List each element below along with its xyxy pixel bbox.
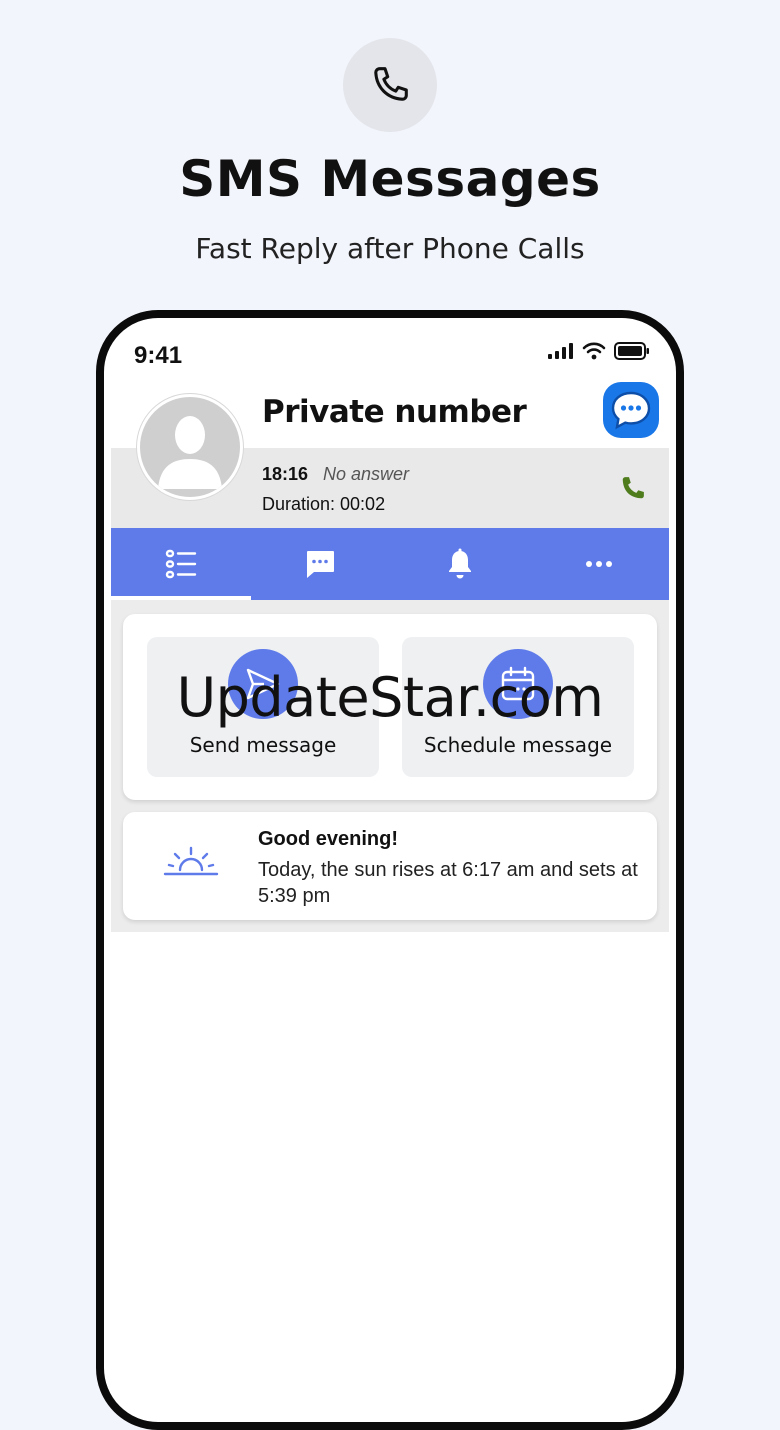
call-back-button[interactable] xyxy=(617,474,647,509)
phone-icon xyxy=(374,67,408,101)
message-icon xyxy=(307,551,335,578)
send-message-icon-circle xyxy=(228,649,298,719)
tab-bar xyxy=(111,528,669,600)
tab-content: Send message Schedule message Good eveni… xyxy=(111,600,669,932)
send-icon xyxy=(246,668,280,700)
avatar[interactable] xyxy=(137,394,243,500)
promo-headline: SMS Messages xyxy=(179,150,601,208)
caller-header: Private number 18:16 No answer Duration:… xyxy=(111,382,669,528)
battery-icon xyxy=(614,342,649,360)
promo-subline: Fast Reply after Phone Calls xyxy=(195,232,585,265)
status-icons xyxy=(548,342,650,360)
calendar-icon xyxy=(501,666,535,701)
call-duration: Duration: 00:02 xyxy=(262,494,386,514)
tab-reminders[interactable] xyxy=(390,528,530,600)
quick-actions-card: Send message Schedule message xyxy=(123,614,657,800)
greeting-card: Good evening! Today, the sun rises at 6:… xyxy=(123,812,657,920)
call-status: No answer xyxy=(323,464,410,484)
phone-icon xyxy=(622,477,644,499)
bell-icon xyxy=(448,548,471,579)
signal-icon xyxy=(548,343,573,359)
greeting-text: Today, the sun rises at 6:17 am and sets… xyxy=(258,859,638,907)
call-time: 18:16 xyxy=(262,464,309,484)
promo-phone-badge xyxy=(343,38,437,132)
schedule-message-label: Schedule message xyxy=(423,733,613,757)
list-icon xyxy=(165,549,196,579)
tab-messages[interactable] xyxy=(251,528,391,600)
person-icon xyxy=(158,416,222,489)
send-message-label: Send message xyxy=(189,733,337,757)
phone-frame: 9:41 Private number 18:16 No answer Dura… xyxy=(96,310,684,1430)
status-time: 9:41 xyxy=(134,342,183,369)
tab-overview[interactable] xyxy=(111,528,251,600)
greeting-title: Good evening! xyxy=(258,828,398,850)
sunrise-icon xyxy=(163,846,219,876)
schedule-message-button[interactable]: Schedule message xyxy=(402,637,634,777)
tab-more[interactable] xyxy=(530,528,670,600)
wifi-icon xyxy=(582,342,606,360)
schedule-message-icon-circle xyxy=(483,649,553,719)
more-icon xyxy=(586,561,613,567)
send-message-button[interactable]: Send message xyxy=(147,637,379,777)
chat-button[interactable] xyxy=(603,382,659,438)
caller-name: Private number xyxy=(262,394,527,430)
chat-bubble-icon xyxy=(611,391,651,430)
